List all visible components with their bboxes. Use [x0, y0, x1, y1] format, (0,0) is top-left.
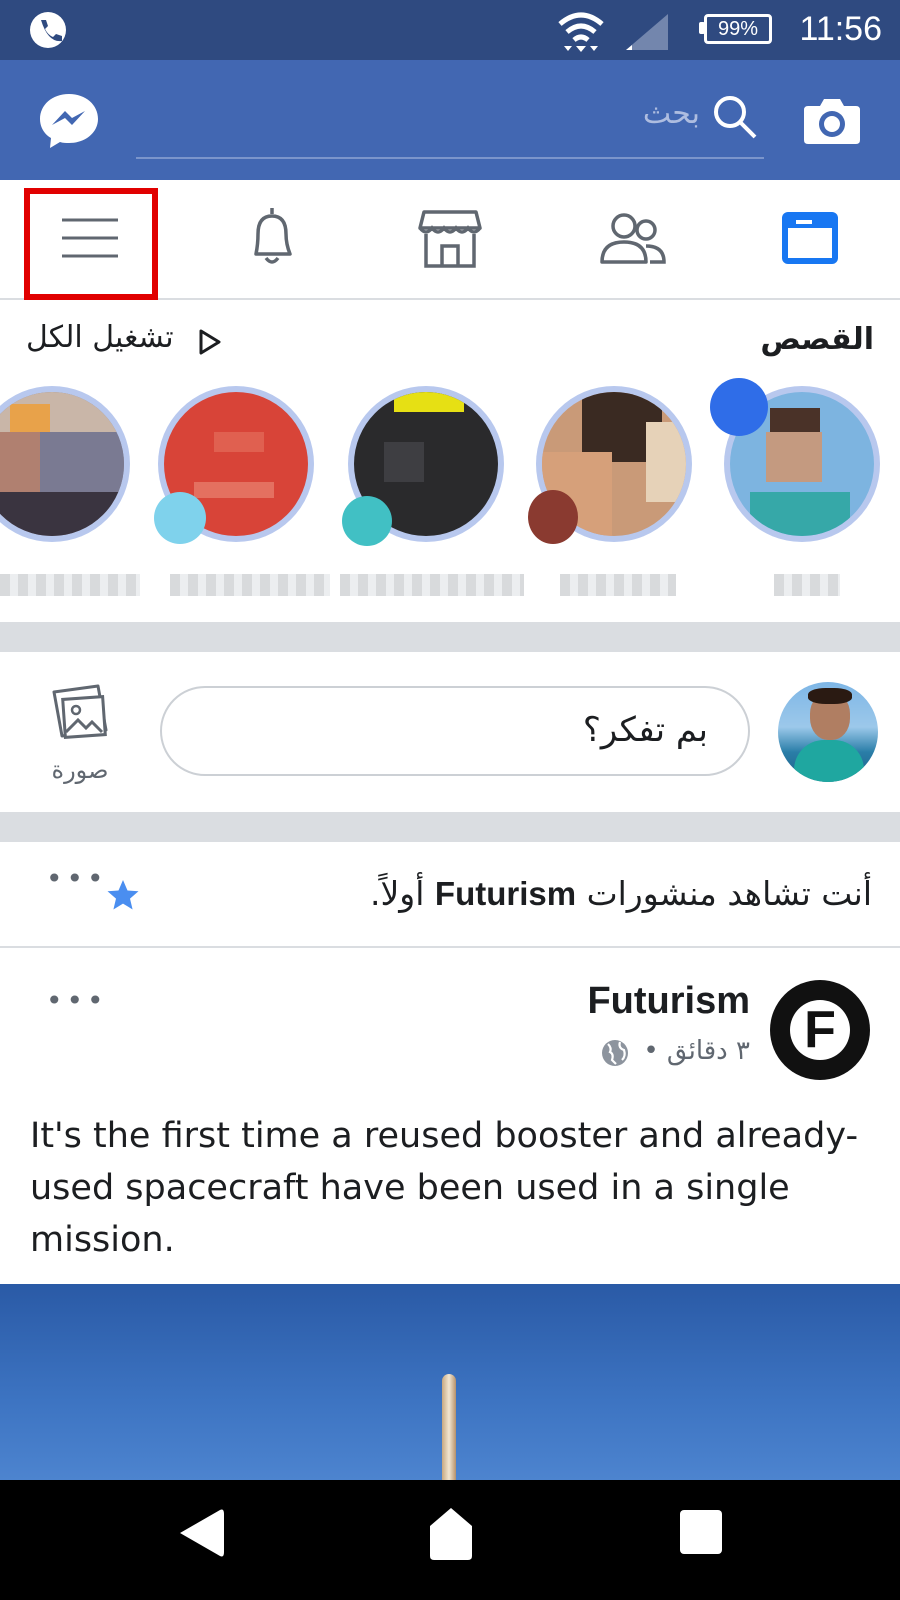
- story-item[interactable]: [154, 386, 314, 544]
- post-text: It's the first time a reused booster and…: [30, 1116, 859, 1260]
- status-bar: 99% 11:56: [0, 0, 900, 60]
- post-timestamp: ٣ دقائق •: [643, 1036, 750, 1066]
- tab-notifications[interactable]: [234, 200, 310, 276]
- composer-placeholder: بم تفكر؟: [582, 710, 708, 750]
- story-badge: [342, 496, 392, 546]
- story-badge: [528, 490, 578, 544]
- story-name-blurred: [170, 574, 330, 596]
- app-header: بحث: [0, 60, 900, 180]
- post-more-options-icon[interactable]: •••: [46, 984, 108, 1017]
- rocket-in-image: [442, 1374, 456, 1480]
- system-nav-bar: [0, 1480, 900, 1600]
- globe-icon: [602, 1040, 628, 1066]
- banner-more-options-icon[interactable]: •••: [46, 862, 108, 895]
- story-badge: [710, 378, 768, 436]
- signal-icon: [626, 14, 668, 50]
- phone-call-icon: [30, 12, 66, 48]
- story-name-blurred: [0, 574, 140, 596]
- photo-icon[interactable]: [48, 684, 112, 744]
- back-icon[interactable]: [178, 1508, 224, 1558]
- story-name-blurred: [340, 574, 524, 596]
- whats-on-your-mind-input[interactable]: بم تفكر؟: [160, 686, 750, 776]
- post-author[interactable]: Futurism: [587, 980, 750, 1023]
- story-item[interactable]: [710, 378, 880, 542]
- tab-friends[interactable]: [594, 200, 670, 276]
- news-feed-icon: [782, 212, 838, 264]
- story-name-blurred: [774, 574, 840, 596]
- stories-title: القصص: [760, 322, 874, 357]
- clock: 11:56: [799, 10, 882, 48]
- wifi-icon: [558, 12, 604, 52]
- home-icon[interactable]: [428, 1506, 474, 1560]
- search-icon[interactable]: [712, 94, 758, 140]
- notifications-icon: [254, 208, 292, 264]
- see-first-page-name: Futurism: [434, 875, 577, 912]
- friends-icon: [600, 213, 666, 264]
- see-first-text: أنت تشاهد منشورات Futurism أولاً.: [370, 874, 872, 913]
- page-logo-letter: F: [804, 1001, 836, 1059]
- play-all-button[interactable]: تشغيل الكل: [26, 320, 174, 355]
- messenger-icon[interactable]: [38, 92, 100, 148]
- play-icon[interactable]: [198, 328, 222, 356]
- section-divider: [0, 812, 900, 842]
- search-underline: [136, 157, 764, 159]
- story-name-blurred: [560, 574, 676, 596]
- story-item[interactable]: [342, 386, 504, 546]
- tab-news-feed[interactable]: [772, 200, 848, 276]
- stories-header: القصص تشغيل الكل: [0, 300, 900, 372]
- section-divider: [0, 622, 900, 652]
- recent-apps-icon[interactable]: [678, 1508, 724, 1556]
- menu-highlight-box: [24, 188, 158, 300]
- camera-icon[interactable]: [802, 96, 862, 146]
- story-item[interactable]: [528, 386, 692, 544]
- marketplace-icon: [418, 210, 482, 268]
- story-thumbnail: [0, 392, 124, 536]
- search-input[interactable]: بحث: [620, 96, 700, 131]
- avatar[interactable]: [778, 682, 878, 782]
- photo-button-label[interactable]: صورة: [30, 756, 130, 784]
- story-badge: [154, 492, 206, 544]
- star-icon: [107, 880, 139, 910]
- battery-indicator: 99%: [704, 14, 772, 44]
- tab-marketplace[interactable]: [412, 200, 488, 276]
- story-item[interactable]: [0, 386, 130, 542]
